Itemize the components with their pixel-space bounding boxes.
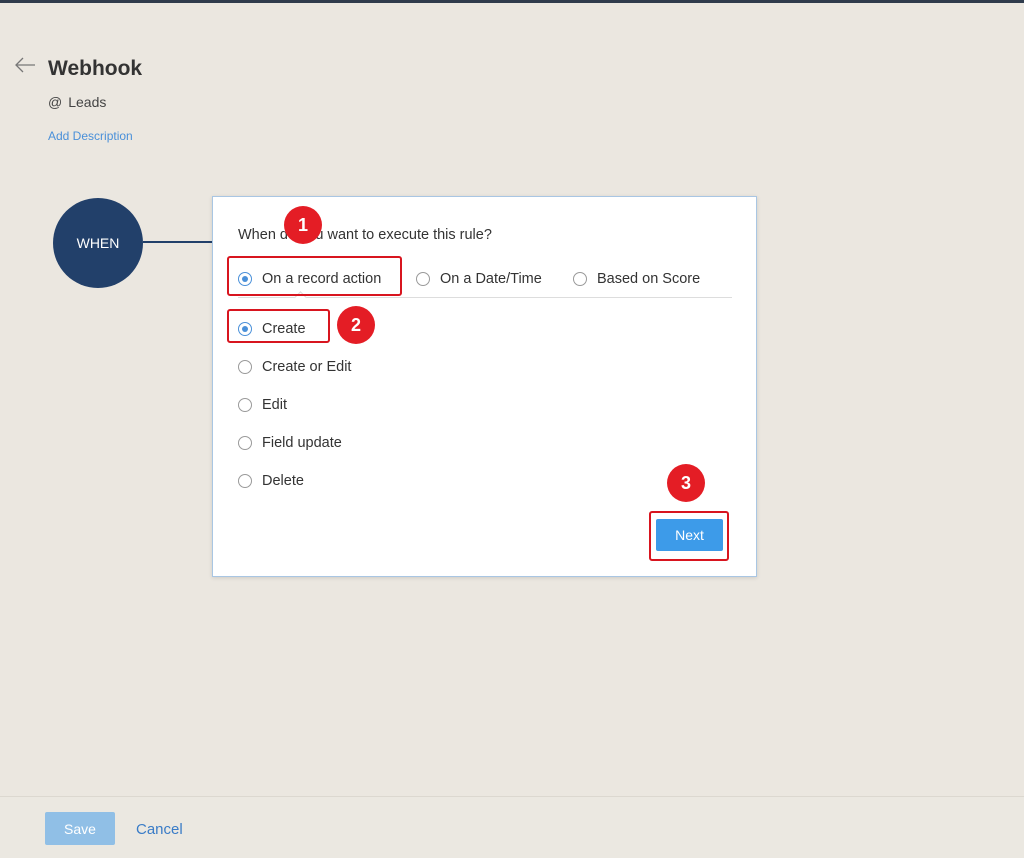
- radio-edit[interactable]: Edit: [238, 397, 287, 413]
- radio-unselected-icon: [238, 474, 252, 488]
- radio-create-or-edit[interactable]: Create or Edit: [238, 359, 351, 375]
- add-description-link[interactable]: Add Description: [48, 129, 133, 143]
- radio-label: On a Date/Time: [440, 271, 542, 287]
- trigger-question: When do you want to execute this rule?: [238, 227, 492, 243]
- footer-bar: Save Cancel: [0, 796, 1024, 858]
- radio-unselected-icon: [238, 398, 252, 412]
- save-button[interactable]: Save: [45, 812, 115, 845]
- trigger-divider: [238, 297, 732, 298]
- radio-unselected-icon: [416, 272, 430, 286]
- radio-label: Based on Score: [597, 271, 701, 287]
- module-line: @ Leads: [48, 94, 106, 110]
- radio-label: Create or Edit: [262, 359, 352, 375]
- step-badge-1: 1: [284, 206, 322, 244]
- highlight-box-create: [227, 309, 330, 343]
- radio-delete[interactable]: Delete: [238, 473, 304, 489]
- step-badge-3: 3: [667, 464, 705, 502]
- radio-based-on-score[interactable]: Based on Score: [573, 271, 700, 287]
- top-bar: [0, 0, 1024, 3]
- flow-connector: [143, 241, 213, 243]
- at-icon: @: [48, 94, 63, 110]
- radio-on-date-time[interactable]: On a Date/Time: [416, 271, 542, 287]
- highlight-box-record-action: [227, 256, 402, 296]
- when-node: WHEN: [53, 198, 143, 288]
- radio-unselected-icon: [238, 436, 252, 450]
- radio-label: Field update: [262, 435, 342, 451]
- cancel-link[interactable]: Cancel: [136, 821, 183, 838]
- back-arrow-icon[interactable]: [14, 55, 36, 75]
- page-title: Webhook: [48, 57, 143, 80]
- highlight-box-next: [649, 511, 729, 561]
- radio-unselected-icon: [238, 360, 252, 374]
- radio-label: Delete: [262, 473, 304, 489]
- radio-label: Edit: [262, 397, 287, 413]
- radio-field-update[interactable]: Field update: [238, 435, 342, 451]
- radio-unselected-icon: [573, 272, 587, 286]
- step-badge-2: 2: [337, 306, 375, 344]
- module-name: Leads: [68, 94, 107, 110]
